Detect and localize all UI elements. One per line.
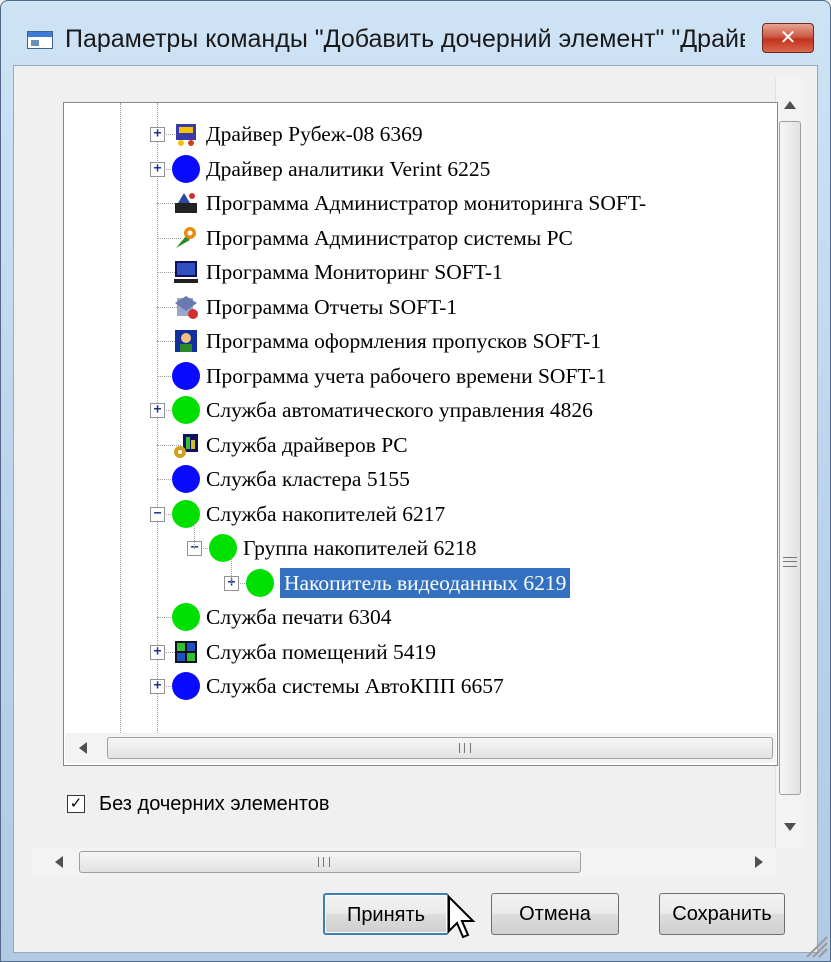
collapse-minus-icon[interactable]: − [150,506,165,522]
tree-item-label[interactable]: Служба автоматического управления 4826 [206,395,593,425]
monitoring-admin-icon [172,189,200,217]
expand-plus-icon[interactable]: + [150,644,165,660]
no-children-checkbox[interactable]: ✓ [67,795,85,813]
green-circle-icon [172,396,200,424]
scroll-down-arrow-icon[interactable] [784,823,796,831]
tree-item-label[interactable]: Служба печати 6304 [206,602,392,632]
tree-item-label[interactable]: Драйвер аналитики Verint 6225 [206,154,490,184]
tree-connector-line [231,557,232,584]
tree-item[interactable]: Служба драйверов PC [64,428,777,462]
tree-item-label[interactable]: Драйвер Рубеж-08 6369 [206,119,423,149]
tree-item-label[interactable]: Программа Администратор мониторинга SOFT… [206,188,646,218]
tree-item-label[interactable]: Служба помещений 5419 [206,637,436,667]
tree-item[interactable]: Программа Отчеты SOFT-1 [64,290,777,324]
scroll-grip-icon [783,557,797,567]
cancel-button[interactable]: Отмена [491,893,619,935]
green-circle-icon [172,603,200,631]
tree-item[interactable]: + Драйвер аналитики Verint 6225 [64,152,777,186]
tree-item[interactable]: Программа Администратор мониторинга SOFT… [64,186,777,220]
tree-item[interactable]: + Служба системы АвтоКПП 6657 [64,669,777,703]
pass-office-icon [172,327,200,355]
system-admin-icon [172,224,200,252]
tree-item-label[interactable]: Служба драйверов PC [206,430,408,460]
outer-scroll-left-arrow-icon[interactable] [55,856,63,868]
save-button[interactable]: Сохранить [659,893,785,935]
tree-item[interactable]: Программа оформления пропусков SOFT-1 [64,324,777,358]
tree-item[interactable]: Служба кластера 5155 [64,462,777,496]
tree-item[interactable]: Программа Мониторинг SOFT-1 [64,255,777,289]
tree-item[interactable]: − Группа накопителей 6218 [64,531,777,565]
outer-scroll-right-arrow-icon[interactable] [755,856,763,868]
blue-circle-icon [172,465,200,493]
blue-circle-icon [172,154,200,183]
expand-plus-icon[interactable]: + [150,161,165,177]
outer-horizontal-scroll-thumb[interactable] [79,851,581,873]
tree-scroll-grip-icon [459,743,471,753]
resize-grip-icon[interactable] [801,931,829,959]
tree-item-label[interactable]: Группа накопителей 6218 [243,533,476,563]
no-children-label[interactable]: Без дочерних элементов [99,793,330,816]
accept-button[interactable]: Принять [323,893,449,935]
tree-item-label[interactable]: Служба системы АвтоКПП 6657 [206,671,504,701]
tree-item-label[interactable]: Накопитель видеоданных 6219 [280,567,571,598]
tree-item-label[interactable]: Программа учета рабочего времени SOFT-1 [206,361,606,391]
tree-item-label[interactable]: Служба кластера 5155 [206,464,410,494]
title-bar[interactable]: Параметры команды "Добавить дочерний эле… [1,1,830,61]
monitor-computer-icon [172,258,200,286]
tree-item[interactable]: + Драйвер Рубеж-08 6369 [64,117,777,151]
scroll-up-arrow-icon[interactable] [784,101,796,109]
tree-item[interactable]: − Служба накопителей 6217 [64,497,777,531]
tree-scroll-left-arrow-icon[interactable] [79,742,87,754]
reports-icon [172,293,200,321]
tree-item[interactable]: + Накопитель видеоданных 6219 [64,566,777,600]
tree-item[interactable]: Программа Администратор системы PC [64,221,777,255]
tree-item[interactable]: + Служба автоматического управления 4826 [64,393,777,427]
close-button[interactable]: ✕ [762,23,814,53]
expand-plus-icon[interactable]: + [150,403,165,418]
green-circle-icon [246,568,274,597]
green-circle-icon [209,534,237,562]
dialog-window: Параметры команды "Добавить дочерний эле… [0,0,831,962]
outer-scroll-grip-icon [318,857,330,867]
expand-plus-icon[interactable]: + [150,679,165,694]
tree-item[interactable]: Служба печати 6304 [64,600,777,634]
tree-item-label[interactable]: Программа оформления пропусков SOFT-1 [206,326,601,356]
expand-plus-icon[interactable]: + [150,127,165,142]
window-title: Параметры команды "Добавить дочерний эле… [65,25,745,53]
window-app-icon [27,31,53,49]
mouse-cursor-icon [448,895,476,939]
blue-circle-icon [172,361,200,390]
tree-item[interactable]: + Служба помещений 5419 [64,635,777,669]
tree-item-label[interactable]: Программа Отчеты SOFT-1 [206,292,457,322]
outer-vertical-scroll-thumb[interactable] [779,121,801,795]
tree-horizontal-scroll-thumb[interactable] [107,737,773,759]
driver-service-icon [172,431,200,459]
rooms-service-icon [172,638,200,666]
tree-connector-line [194,522,195,549]
tree-view[interactable]: + Драйвер Рубеж-08 6369 + Драйвер аналитики… [63,102,778,766]
green-circle-icon [172,499,200,528]
tree-item[interactable]: Программа учета рабочего времени SOFT-1 [64,359,777,393]
tree-item-label[interactable]: Служба накопителей 6217 [206,499,445,529]
tree-item-label[interactable]: Программа Мониторинг SOFT-1 [206,257,503,287]
rubezh-driver-icon [172,120,200,148]
blue-circle-icon [172,672,200,700]
tree-item-label[interactable]: Программа Администратор системы PC [206,223,573,253]
